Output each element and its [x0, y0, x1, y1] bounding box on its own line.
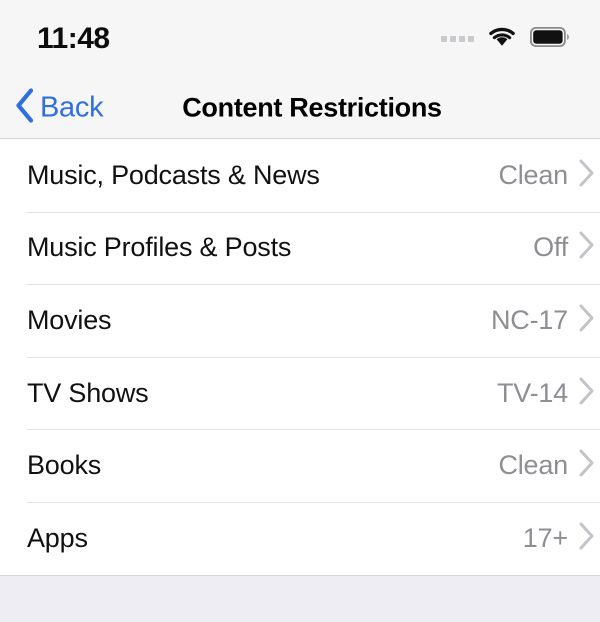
- status-bar-indicators: [441, 26, 570, 53]
- navigation-bar: Back Content Restrictions: [0, 78, 600, 139]
- status-bar-time: 11:48: [37, 22, 110, 55]
- phone-screen: 11:48 Back Content Restrictions Music, P…: [0, 0, 600, 622]
- list-item-tv-shows[interactable]: TV Shows TV-14: [0, 356, 600, 430]
- list-item-label: Books: [27, 450, 102, 481]
- list-item-value: NC-17: [490, 304, 568, 335]
- list-item-label: Movies: [27, 304, 112, 335]
- list-item-music-podcasts-news[interactable]: Music, Podcasts & News Clean: [0, 139, 600, 212]
- list-item-movies[interactable]: Movies NC-17: [0, 284, 600, 357]
- chevron-left-icon: [14, 88, 36, 129]
- list-item-value: Clean: [498, 159, 568, 190]
- list-item-label: Music, Podcasts & News: [27, 159, 320, 190]
- list-item-label: TV Shows: [27, 377, 149, 408]
- list-item-apps[interactable]: Apps 17+: [0, 501, 600, 575]
- list-item-label: Music Profiles & Posts: [27, 232, 292, 263]
- back-button[interactable]: Back: [14, 88, 104, 129]
- chevron-right-icon: [578, 158, 596, 193]
- list-item-value: TV-14: [496, 377, 568, 408]
- list-item-music-profiles-posts[interactable]: Music Profiles & Posts Off: [0, 211, 600, 285]
- list-footer-area: [0, 575, 600, 622]
- content-restrictions-list: Music, Podcasts & News Clean Music Profi…: [0, 139, 600, 576]
- list-item-accessory: Clean: [498, 448, 596, 483]
- chevron-right-icon: [578, 521, 596, 556]
- list-item-value: 17+: [522, 522, 568, 553]
- list-item-label: Apps: [27, 522, 88, 553]
- list-item-value: Off: [533, 232, 568, 263]
- list-item-books[interactable]: Books Clean: [0, 429, 600, 502]
- chevron-right-icon: [578, 303, 596, 338]
- list-item-accessory: NC-17: [491, 303, 596, 338]
- chevron-right-icon: [578, 230, 596, 265]
- status-bar: 11:48: [0, 0, 600, 78]
- battery-full-icon: [529, 26, 570, 52]
- list-item-accessory: 17+: [523, 521, 596, 556]
- list-item-accessory: Clean: [498, 158, 596, 193]
- list-item-accessory: TV-14: [497, 376, 596, 411]
- chevron-right-icon: [578, 376, 596, 411]
- chevron-right-icon: [578, 448, 596, 483]
- wifi-icon: [487, 26, 517, 53]
- back-button-label: Back: [40, 91, 104, 124]
- signal-dots-icon: [441, 36, 474, 42]
- list-item-accessory: Off: [533, 230, 596, 265]
- list-item-value: Clean: [498, 450, 568, 481]
